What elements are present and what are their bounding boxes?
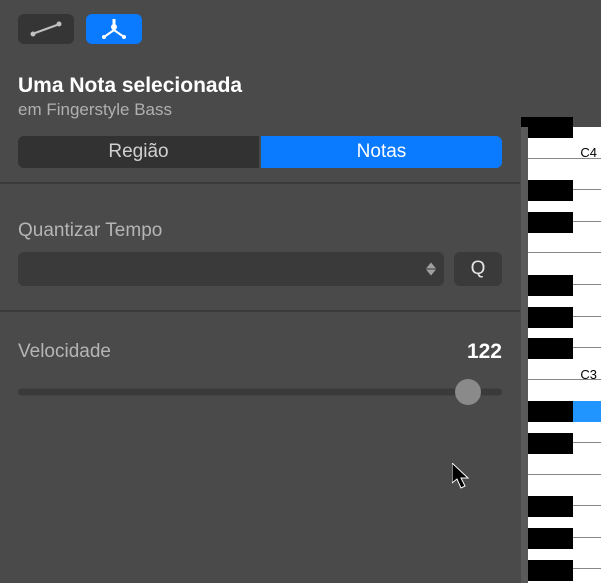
key-label-c3: C3 xyxy=(580,367,597,382)
velocity-slider[interactable] xyxy=(18,380,502,404)
black-key[interactable] xyxy=(521,401,573,422)
black-key[interactable] xyxy=(521,275,573,296)
tab-bar: Região Notas xyxy=(0,132,520,182)
header-section: Uma Nota selecionada em Fingerstyle Bass xyxy=(0,54,520,132)
black-key[interactable] xyxy=(521,212,573,233)
black-key[interactable] xyxy=(521,560,573,581)
automation-tool-button[interactable] xyxy=(18,14,74,44)
toolbar xyxy=(0,0,520,54)
selected-note-key[interactable] xyxy=(573,401,601,422)
quantize-apply-button[interactable]: Q xyxy=(454,252,502,286)
velocity-label: Velocidade xyxy=(18,341,111,363)
black-key[interactable] xyxy=(521,338,573,359)
piano-roll-keyboard[interactable]: C4 C3 xyxy=(521,127,601,583)
black-key[interactable] xyxy=(521,433,573,454)
quantize-label: Quantizar Tempo xyxy=(18,220,502,242)
velocity-section: Velocidade 122 xyxy=(0,312,520,424)
key-label-c4: C4 xyxy=(580,145,597,160)
black-key[interactable] xyxy=(521,117,573,138)
velocity-header: Velocidade 122 xyxy=(18,340,502,364)
black-key[interactable] xyxy=(521,180,573,201)
slider-track xyxy=(18,389,502,396)
automation-curve-icon xyxy=(28,20,64,38)
dropdown-arrows-icon xyxy=(426,263,436,276)
selection-title: Uma Nota selecionada xyxy=(18,74,502,98)
quantize-controls: Q xyxy=(18,252,502,286)
quantize-dropdown[interactable] xyxy=(18,252,444,286)
slider-thumb[interactable] xyxy=(455,379,481,405)
midi-edit-icon xyxy=(100,19,128,39)
quantize-section: Quantizar Tempo Q xyxy=(0,184,520,310)
black-key[interactable] xyxy=(521,307,573,328)
tab-region[interactable]: Região xyxy=(18,136,259,168)
black-key[interactable] xyxy=(521,496,573,517)
track-subtitle: em Fingerstyle Bass xyxy=(18,100,502,120)
black-key[interactable] xyxy=(521,528,573,549)
velocity-value[interactable]: 122 xyxy=(467,340,502,364)
inspector-panel: Uma Nota selecionada em Fingerstyle Bass… xyxy=(0,0,520,583)
piano-gray-strip xyxy=(521,127,528,583)
tab-notes[interactable]: Notas xyxy=(261,136,502,168)
midi-tool-button[interactable] xyxy=(86,14,142,44)
